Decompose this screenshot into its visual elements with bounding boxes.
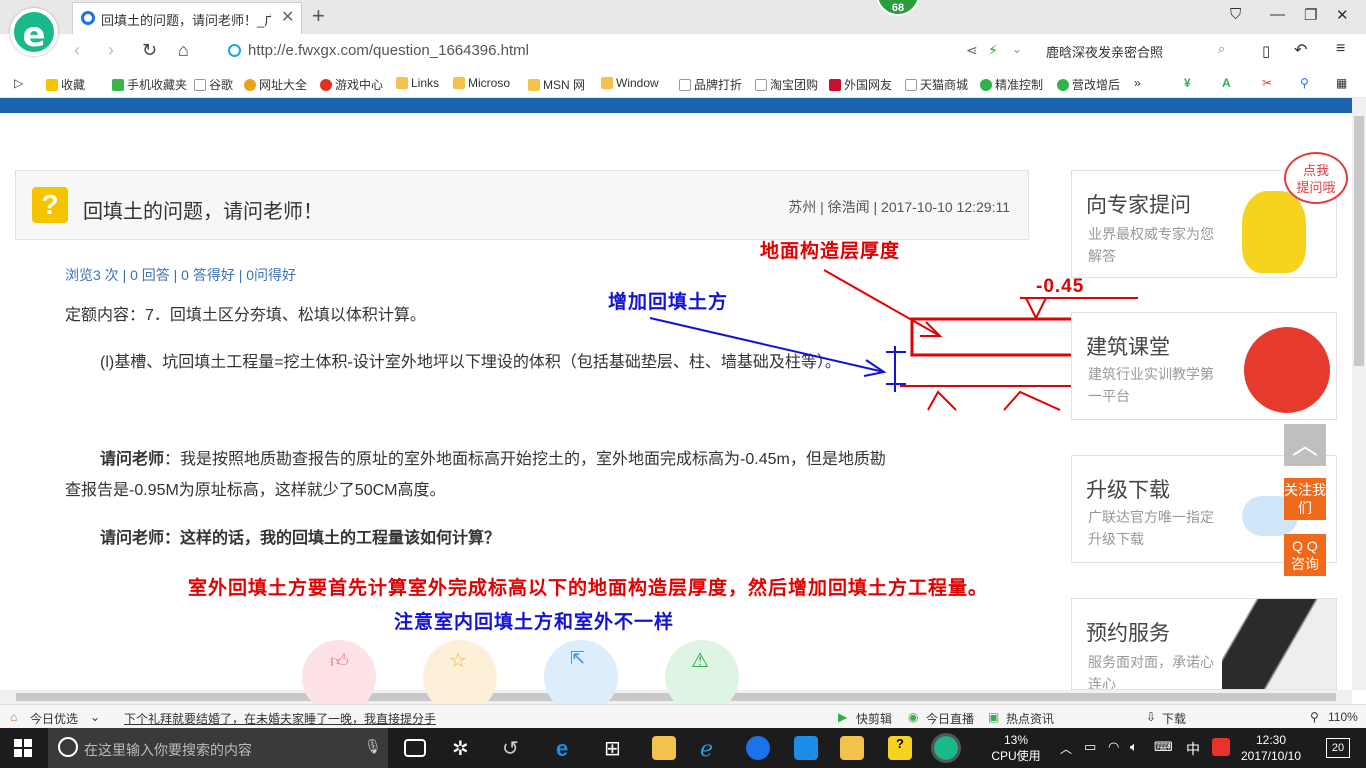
notes-icon[interactable] xyxy=(840,736,864,760)
browser-taskbar-icon[interactable] xyxy=(931,733,961,763)
annotation-ground-layer: 地面构造层厚度 xyxy=(760,240,901,262)
report-button[interactable]: ⚠ xyxy=(665,640,739,714)
task-view-icon[interactable] xyxy=(404,739,426,757)
today-picks[interactable]: 今日优选 xyxy=(30,710,78,727)
reservation-card[interactable]: 预约服务 服务面对面，承诺心连心 xyxy=(1071,598,1337,690)
taskbar-search[interactable]: 在这里输入你要搜索的内容 🎙︎ xyxy=(48,728,388,768)
ime-indicator[interactable]: 中 xyxy=(1186,739,1200,759)
status-item[interactable]: 今日直播 xyxy=(926,710,974,727)
cortana-icon xyxy=(58,737,78,757)
status-item[interactable]: 下载 xyxy=(1162,710,1186,727)
news-ticker-link[interactable]: 下个礼拜就要结婚了，在未婚夫家睡了一晚，我直接提分手 xyxy=(124,710,436,727)
zoom-icon: ⚲ xyxy=(1310,710,1319,724)
thumbs-up-icon: 👍︎ xyxy=(330,651,349,671)
building-class-card[interactable]: 建筑课堂 建筑行业实训教学第一平台 xyxy=(1071,312,1337,420)
ie-icon[interactable]: ℯ xyxy=(700,736,724,761)
zoom-level[interactable]: 110% xyxy=(1328,710,1358,724)
browser-logo-icon[interactable]: e xyxy=(10,8,58,56)
card-title: 向专家提问 xyxy=(1086,194,1191,217)
bubble-text: 点我 提问哦 xyxy=(1296,163,1336,195)
share-button[interactable]: ⇱ xyxy=(544,640,618,714)
annotation-answer: 室外回填土方要首先计算室外完成标高以下的地面构造层厚度，然后增加回填土方工程量。 xyxy=(188,577,989,599)
card-subtitle: 服务面对面，承诺心连心 xyxy=(1088,654,1214,690)
cpu-monitor[interactable]: 13% CPU使用 xyxy=(988,732,1044,764)
card-title: 升级下载 xyxy=(1086,479,1170,502)
network-icon[interactable]: ▭ xyxy=(1084,739,1096,755)
warning-icon: ⚠ xyxy=(691,650,709,672)
sogou-icon[interactable] xyxy=(1212,738,1230,756)
swirl-icon[interactable]: ↺ xyxy=(502,736,526,760)
annotation-add-fill: 增加回填土方 xyxy=(608,291,729,313)
volume-icon[interactable]: 🔈︎ xyxy=(1130,739,1138,755)
card-title: 建筑课堂 xyxy=(1086,336,1170,359)
card-title: 预约服务 xyxy=(1086,622,1170,645)
chevron-down-icon[interactable]: ⌄ xyxy=(90,710,100,724)
keyboard-icon[interactable]: ⌨ xyxy=(1154,739,1173,755)
status-bar: ⌂ 今日优选 ⌄ 下个礼拜就要结婚了，在未婚夫家睡了一晚，我直接提分手 ▶ 快剪… xyxy=(0,704,1366,728)
annotation-level: -0.45 xyxy=(1036,276,1085,297)
clock[interactable]: 12:30 2017/10/10 xyxy=(1236,732,1306,764)
taskbar: 在这里输入你要搜索的内容 🎙︎ ✲ ↺ e ⊞ ℯ ? 13% CPU使用 ︿ … xyxy=(0,728,1366,768)
store-icon[interactable]: ⊞ xyxy=(604,736,628,760)
app-icon[interactable] xyxy=(746,736,770,760)
wifi-icon[interactable]: ◠ xyxy=(1108,739,1119,755)
gift-icon: ⌂ xyxy=(10,710,18,724)
ask-bubble[interactable]: 点我 提问哦 xyxy=(1284,152,1348,204)
card-subtitle: 建筑行业实训教学第一平台 xyxy=(1088,366,1214,404)
follow-us-button[interactable]: 关注我们 xyxy=(1284,478,1326,520)
video-icon: ▶ xyxy=(838,710,848,724)
status-item[interactable]: 快剪辑 xyxy=(856,710,892,727)
pinwheel-icon[interactable]: ✲ xyxy=(452,736,476,760)
cpu-label: CPU使用 xyxy=(991,749,1041,763)
cpu-value: 13% xyxy=(1003,733,1029,747)
back-to-top-button[interactable]: ︿ xyxy=(1284,424,1326,466)
news-icon: ▣ xyxy=(988,710,1000,724)
file-explorer-icon[interactable] xyxy=(652,736,676,760)
clock-time: 12:30 xyxy=(1255,733,1287,747)
status-item[interactable]: 热点资讯 xyxy=(1006,710,1054,727)
like-button[interactable]: 👍︎ xyxy=(302,640,376,714)
star-icon: ☆ xyxy=(449,650,467,672)
edge-icon[interactable]: e xyxy=(556,736,580,761)
mascot-icon xyxy=(1242,191,1306,273)
favorite-button[interactable]: ☆ xyxy=(423,640,497,714)
download-icon: ⇩ xyxy=(1146,710,1157,724)
notification-center[interactable]: 20 xyxy=(1326,738,1350,758)
qq-consult-button[interactable]: Q Q 咨询 xyxy=(1284,534,1326,576)
windows-start-icon[interactable] xyxy=(14,739,32,757)
app-icon[interactable] xyxy=(794,736,818,760)
tray-chevron-icon[interactable]: ︿ xyxy=(1060,740,1072,757)
card-subtitle: 广联达官方唯一指定升级下载 xyxy=(1088,509,1214,547)
class-logo-icon xyxy=(1244,327,1330,413)
card-subtitle: 业界最权威专家为您解答 xyxy=(1088,226,1214,264)
service-photo xyxy=(1222,599,1336,689)
share-icon: ⇱ xyxy=(570,648,586,668)
taskbar-search-placeholder: 在这里输入你要搜索的内容 xyxy=(84,742,252,758)
clock-date: 2017/10/10 xyxy=(1240,749,1302,763)
annotation-note: 注意室内回填土方和室外不一样 xyxy=(394,611,675,633)
live-icon: ◉ xyxy=(908,710,919,724)
microphone-icon[interactable]: 🎙︎ xyxy=(364,738,382,755)
help-icon[interactable]: ? xyxy=(888,736,912,760)
